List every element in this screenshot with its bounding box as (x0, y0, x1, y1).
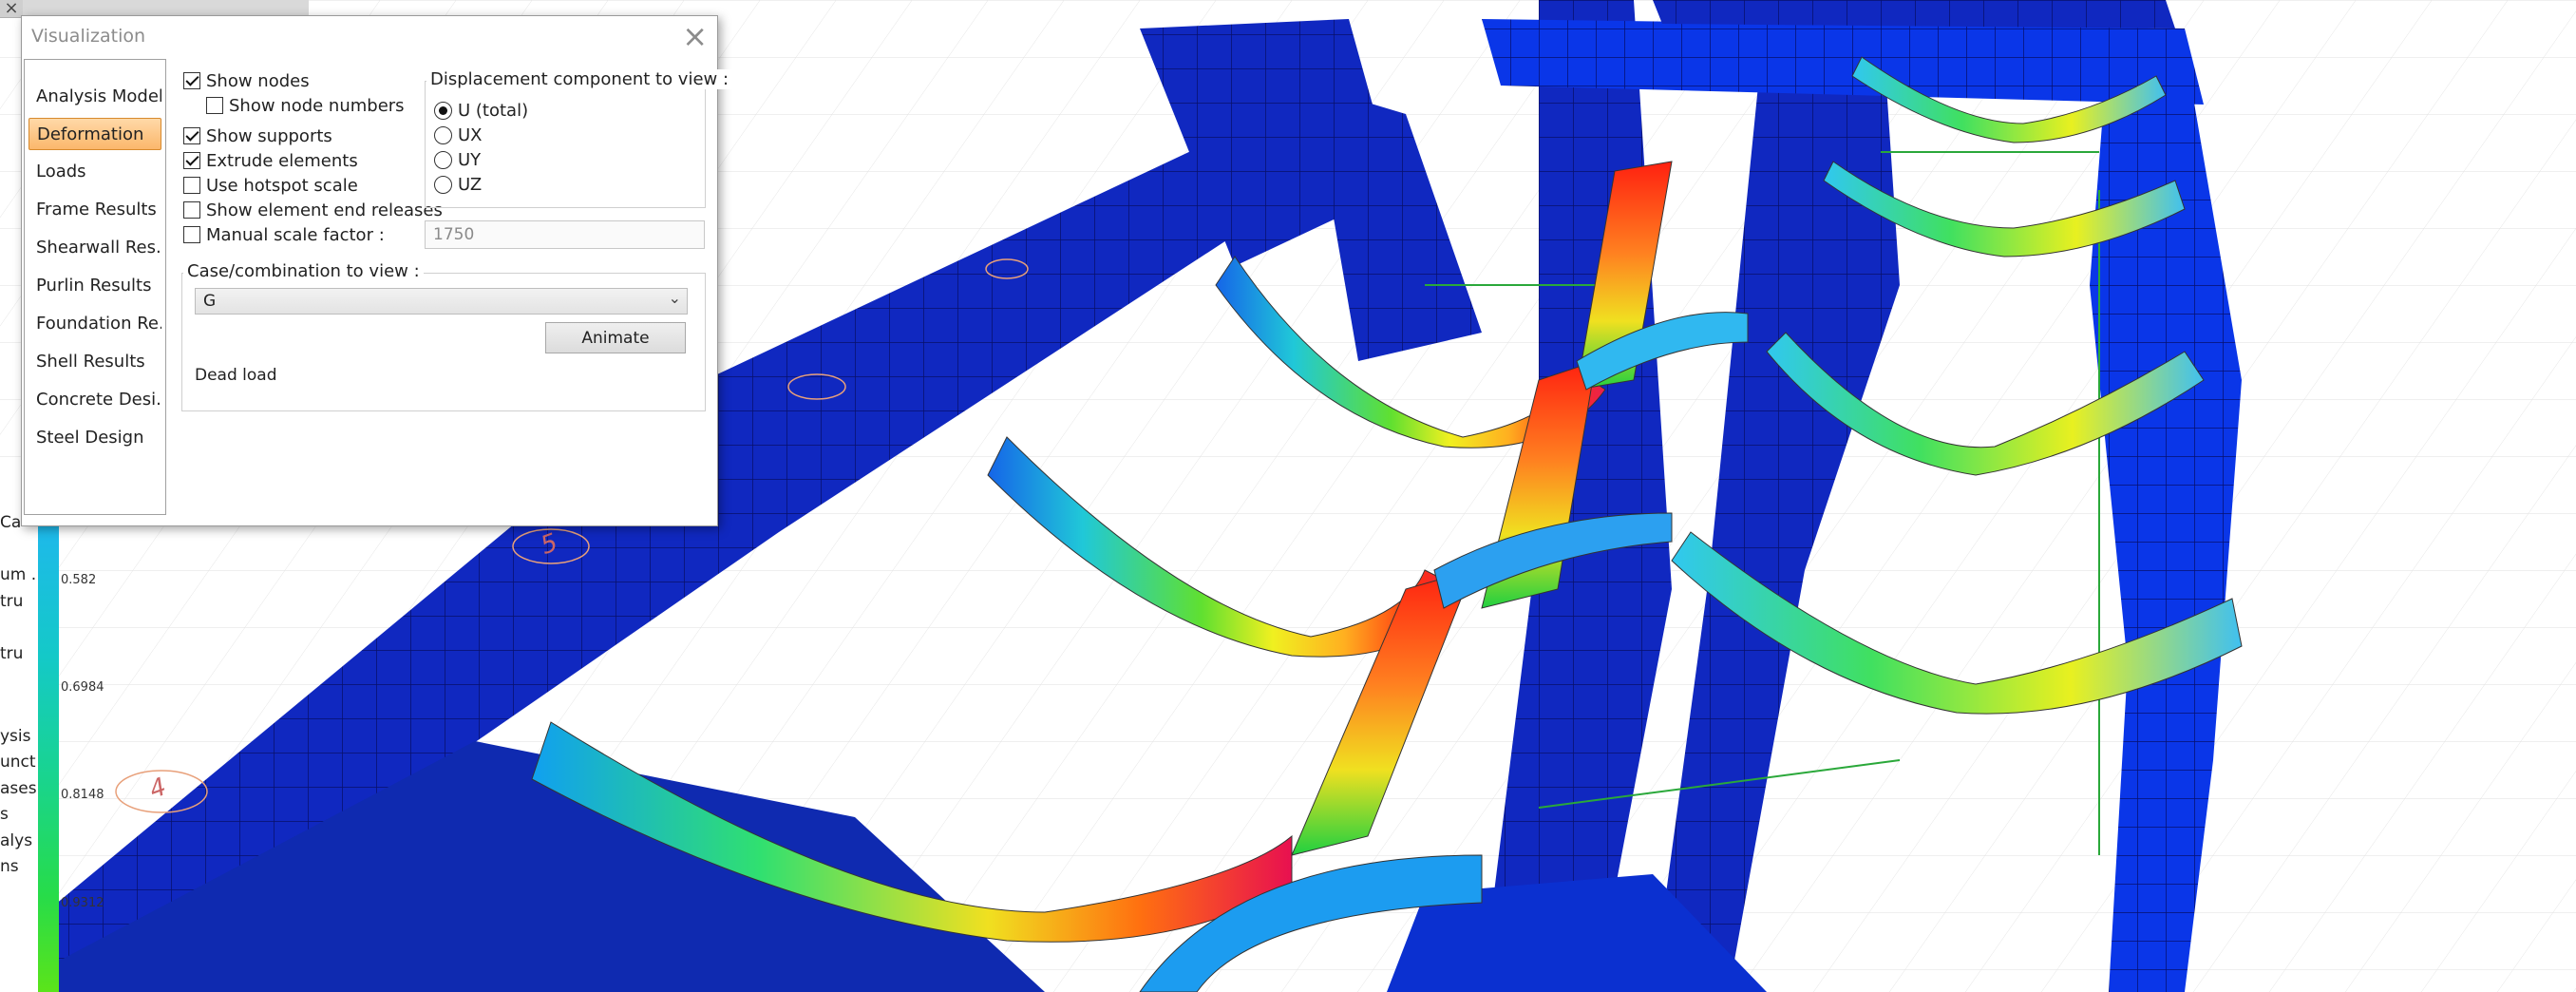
checkbox-label: Use hotspot scale (206, 176, 358, 196)
panel-fragment: unct (0, 753, 36, 772)
checkbox-label: Show nodes (206, 71, 310, 91)
radio-uz[interactable]: UZ (434, 175, 482, 195)
checkbox-box (206, 97, 223, 114)
legend-value: 0.8148 (61, 788, 104, 802)
legend-value: 0.582 (61, 573, 97, 587)
chevron-down-icon: ⌄ (668, 289, 681, 307)
checkbox-box (183, 72, 200, 89)
checkbox-label: Extrude elements (206, 151, 358, 171)
legend-value: 0.9312 (61, 896, 104, 910)
close-icon[interactable]: × (682, 18, 708, 54)
panel-fragment: ases (0, 779, 37, 798)
checkbox-box (183, 201, 200, 219)
manual-scale-checkbox[interactable]: Manual scale factor : (183, 225, 385, 245)
legend-value: 0.6984 (61, 680, 104, 695)
background-panel: Ca um . tru tru ysis unct ases s alys ns (0, 513, 39, 992)
checkbox-box (183, 177, 200, 194)
nav-item-analysis-model[interactable]: Analysis Model (28, 81, 161, 113)
dialog-title: Visualization (31, 26, 146, 47)
panel-fragment: alys (0, 831, 33, 850)
checkbox-label: Show element end releases (206, 200, 443, 220)
case-dropdown-value: G (203, 292, 217, 311)
manual-scale-input[interactable] (425, 220, 705, 249)
radio-button (434, 151, 452, 169)
show-nodes-checkbox[interactable]: Show nodes (183, 71, 310, 91)
background-close-icon[interactable]: × (0, 0, 23, 17)
panel-fragment: ysis (0, 727, 31, 746)
panel-fragment: um . (0, 565, 37, 584)
checkbox-box (183, 152, 200, 169)
nav-item-deformation[interactable]: Deformation (28, 118, 161, 150)
radio-label: UX (458, 125, 483, 145)
visualization-dialog: Visualization × Analysis Model Deformati… (21, 15, 733, 526)
panel-fragment: ns (0, 857, 19, 876)
radio-label: U (total) (458, 101, 529, 121)
use-hotspot-scale-checkbox[interactable]: Use hotspot scale (183, 176, 358, 196)
checkbox-label: Show supports (206, 126, 332, 146)
legend-color-bar (38, 513, 59, 992)
extrude-elements-checkbox[interactable]: Extrude elements (183, 151, 358, 171)
panel-fragment: Ca (0, 513, 22, 532)
displacement-group-title: Displacement component to view : (426, 69, 733, 89)
checkbox-box (183, 127, 200, 144)
nav-item-shearwall-results[interactable]: Shearwall Res... (28, 232, 161, 264)
radio-button (434, 126, 452, 144)
show-node-numbers-checkbox[interactable]: Show node numbers (206, 96, 405, 116)
visualization-nav: Analysis Model Deformation Loads Frame R… (24, 59, 166, 515)
nav-item-steel-design[interactable]: Steel Design (28, 422, 161, 454)
radio-label: UZ (458, 175, 483, 195)
case-description: Dead load (195, 366, 277, 385)
panel-fragment: tru (0, 644, 24, 663)
panel-fragment: s (0, 805, 9, 824)
case-dropdown[interactable]: G ⌄ (195, 288, 688, 315)
show-supports-checkbox[interactable]: Show supports (183, 126, 332, 146)
radio-u-total[interactable]: U (total) (434, 101, 528, 121)
checkbox-label: Show node numbers (229, 96, 405, 116)
nav-item-frame-results[interactable]: Frame Results (28, 194, 161, 226)
radio-label: UY (458, 150, 482, 170)
panel-fragment: tru (0, 592, 24, 611)
nav-item-shell-results[interactable]: Shell Results (28, 346, 161, 378)
radio-button (434, 176, 452, 194)
nav-item-loads[interactable]: Loads (28, 156, 161, 188)
animate-button[interactable]: Animate (545, 322, 686, 353)
checkbox-label: Manual scale factor : (206, 225, 385, 245)
nav-item-concrete-design[interactable]: Concrete Desi... (28, 384, 161, 416)
radio-ux[interactable]: UX (434, 125, 483, 145)
nav-item-purlin-results[interactable]: Purlin Results (28, 270, 161, 302)
nav-item-foundation-results[interactable]: Foundation Re... (28, 308, 161, 340)
case-group-title: Case/combination to view : (183, 261, 424, 281)
checkbox-box (183, 226, 200, 243)
show-end-releases-checkbox[interactable]: Show element end releases (183, 200, 443, 220)
radio-button (434, 102, 452, 120)
radio-uy[interactable]: UY (434, 150, 481, 170)
